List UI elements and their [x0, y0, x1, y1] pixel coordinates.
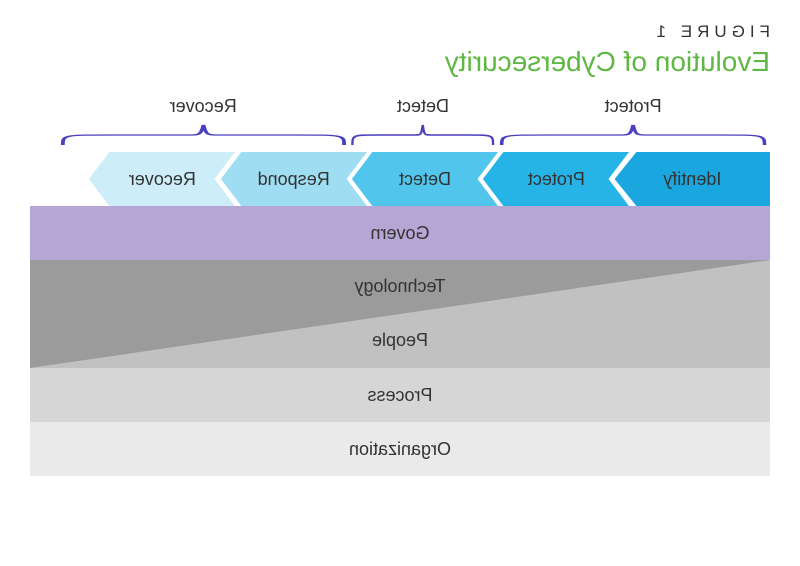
arrow-recover: Recover	[89, 152, 235, 206]
brace-recover: Recover	[57, 96, 350, 147]
arrow-respond: Respond	[221, 152, 367, 206]
brace-recover-label: Recover	[57, 96, 350, 117]
arrow-recover-label: Recover	[129, 169, 196, 190]
arrow-identify-label: Identify	[663, 169, 721, 190]
bar-technology-people: Technology People	[30, 260, 770, 368]
brace-protect-label: Protect	[496, 96, 770, 117]
bar-govern-label: Govern	[370, 223, 429, 244]
braces-row: Protect Detect Recover	[30, 96, 770, 152]
arrow-identify: Identify	[615, 152, 770, 206]
brace-protect-icon	[496, 119, 770, 147]
bar-process: Process	[30, 368, 770, 422]
bar-stack: Govern Technology People Process Organiz…	[30, 206, 770, 476]
figure-label: FIGURE 1	[30, 22, 770, 42]
brace-protect: Protect	[496, 96, 770, 147]
figure-header: FIGURE 1 Evolution of Cybersecurity	[30, 22, 770, 78]
brace-detect-icon	[350, 119, 497, 147]
arrow-detect: Detect	[352, 152, 498, 206]
arrow-protect-label: Protect	[528, 169, 585, 190]
arrow-detect-label: Detect	[399, 169, 451, 190]
brace-detect: Detect	[350, 96, 497, 147]
bar-govern: Govern	[30, 206, 770, 260]
brace-detect-label: Detect	[350, 96, 497, 117]
bar-organization: Organization	[30, 422, 770, 476]
bar-organization-label: Organization	[349, 439, 451, 460]
arrow-respond-label: Respond	[258, 169, 330, 190]
figure-container: FIGURE 1 Evolution of Cybersecurity Prot…	[0, 0, 800, 566]
arrow-row: Identify Protect Detect Respond	[30, 152, 770, 206]
bar-technology-label: Technology	[30, 276, 770, 297]
figure-title: Evolution of Cybersecurity	[30, 46, 770, 78]
brace-recover-icon	[57, 119, 350, 147]
bar-people-label: People	[30, 330, 770, 351]
arrow-protect: Protect	[483, 152, 629, 206]
bar-process-label: Process	[367, 385, 432, 406]
